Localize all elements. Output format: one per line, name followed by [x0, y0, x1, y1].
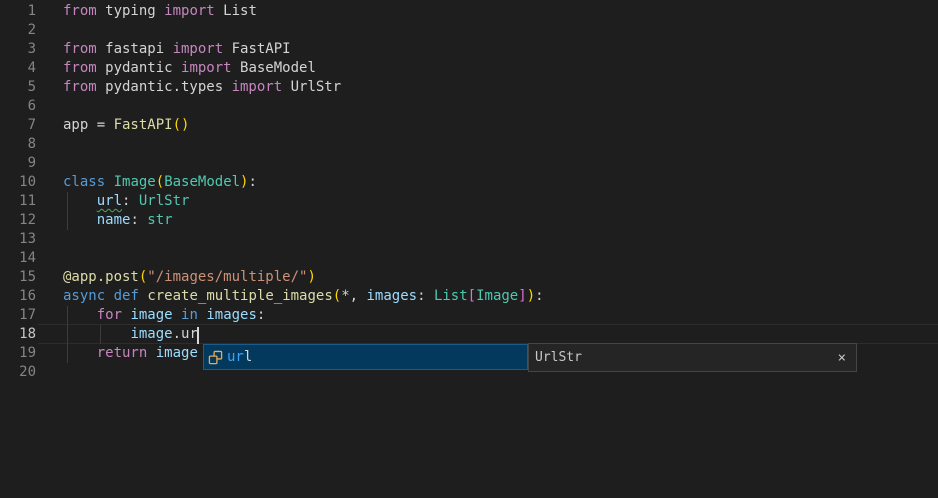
line-number: 1 — [0, 2, 36, 21]
code-text: name: str — [63, 211, 173, 230]
code-text: return image — [63, 344, 198, 363]
code-line[interactable]: 16 async def create_multiple_images(*, im… — [0, 287, 938, 306]
autocomplete-popup[interactable]: url — [203, 344, 528, 370]
code-line[interactable]: 14 — [0, 249, 938, 268]
line-number: 8 — [0, 135, 36, 154]
code-line[interactable]: 2 — [0, 21, 938, 40]
line-number: 3 — [0, 40, 36, 59]
suggestion-label-rest: l — [244, 349, 252, 365]
code-line[interactable]: 10 class Image(BaseModel): — [0, 173, 938, 192]
line-number: 15 — [0, 268, 36, 287]
code-line[interactable]: 9 — [0, 154, 938, 173]
suggestion-item-url[interactable]: url — [204, 348, 252, 367]
text-cursor — [197, 327, 199, 344]
code-text: @app.post("/images/multiple/") — [63, 268, 316, 287]
autocomplete-detail-panel: UrlStr × — [528, 343, 857, 372]
suggestion-label: url — [227, 348, 252, 367]
line-number: 5 — [0, 78, 36, 97]
code-text: app = FastAPI() — [63, 116, 189, 135]
code-editor[interactable]: 1 from typing import List 23 from fastapi i… — [0, 0, 938, 498]
code-text: from typing import List — [63, 2, 257, 21]
line-number: 9 — [0, 154, 36, 173]
vscode-editor-window: { "editor": { "active_line": 18, "lines"… — [0, 0, 938, 498]
code-line[interactable]: 5 from pydantic.types import UrlStr — [0, 78, 938, 97]
line-number: 20 — [0, 363, 36, 382]
code-text: from pydantic import BaseModel — [63, 59, 316, 78]
code-line[interactable]: 3 from fastapi import FastAPI — [0, 40, 938, 59]
symbol-field-icon — [208, 350, 223, 365]
line-number: 10 — [0, 173, 36, 192]
code-line[interactable]: 11 url: UrlStr — [0, 192, 938, 211]
code-line[interactable]: 15 @app.post("/images/multiple/") — [0, 268, 938, 287]
code-line[interactable]: 13 — [0, 230, 938, 249]
code-text: async def create_multiple_images(*, imag… — [63, 287, 544, 306]
line-number: 12 — [0, 211, 36, 230]
line-number: 7 — [0, 116, 36, 135]
code-text: from fastapi import FastAPI — [63, 40, 291, 59]
code-line[interactable]: 8 — [0, 135, 938, 154]
line-number: 13 — [0, 230, 36, 249]
line-number: 14 — [0, 249, 36, 268]
code-text: url: UrlStr — [63, 192, 189, 211]
line-number: 2 — [0, 21, 36, 40]
line-number: 4 — [0, 59, 36, 78]
code-text: class Image(BaseModel): — [63, 173, 257, 192]
code-line[interactable]: 18 image.ur — [0, 325, 938, 344]
code-line[interactable]: 6 — [0, 97, 938, 116]
code-line[interactable]: 17 for image in images: — [0, 306, 938, 325]
code-line[interactable]: 12 name: str — [0, 211, 938, 230]
code-line[interactable]: 1 from typing import List — [0, 2, 938, 21]
line-number: 18 — [0, 325, 36, 344]
line-number: 16 — [0, 287, 36, 306]
code-text: from pydantic.types import UrlStr — [63, 78, 341, 97]
code-line[interactable]: 4 from pydantic import BaseModel — [0, 59, 938, 78]
code-text: for image in images: — [63, 306, 265, 325]
line-number: 17 — [0, 306, 36, 325]
line-number: 11 — [0, 192, 36, 211]
code-lines: 1 from typing import List 23 from fastapi i… — [0, 2, 938, 382]
code-text: image.ur — [63, 325, 198, 344]
line-number: 6 — [0, 97, 36, 116]
code-line[interactable]: 7 app = FastAPI() — [0, 116, 938, 135]
suggestion-label-match: ur — [227, 349, 244, 365]
suggestion-detail-text: UrlStr — [535, 350, 838, 365]
line-number: 19 — [0, 344, 36, 363]
close-icon[interactable]: × — [838, 350, 846, 366]
